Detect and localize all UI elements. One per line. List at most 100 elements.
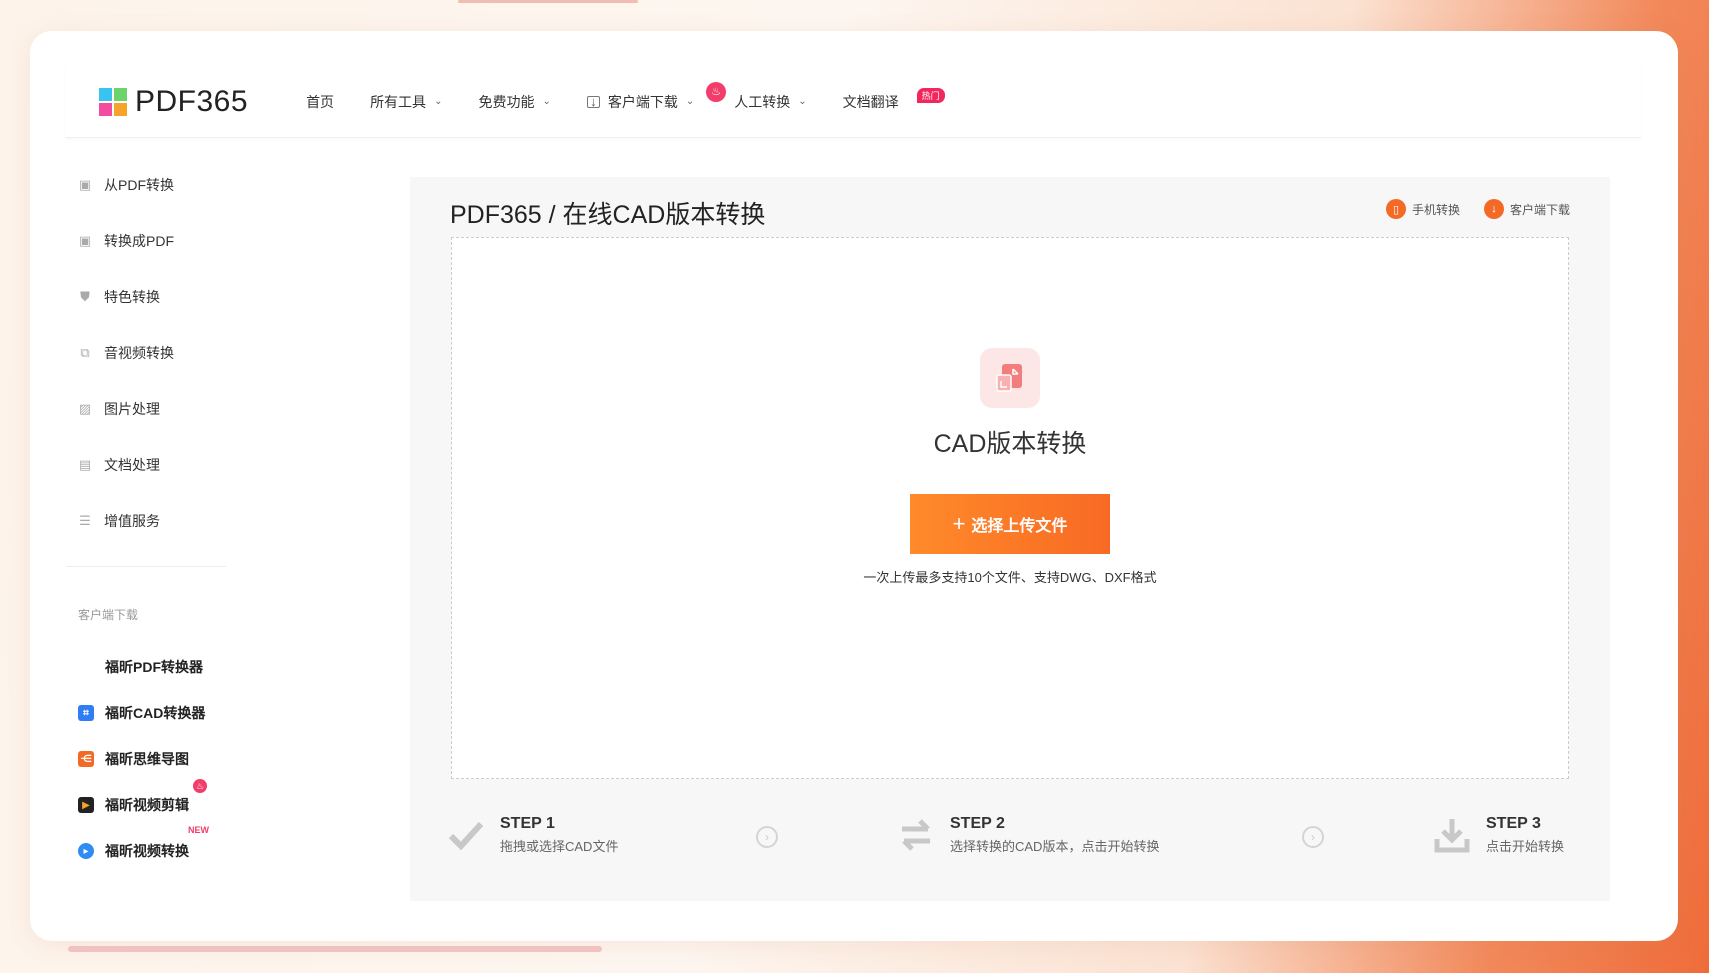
star-shield-icon: ⛊ [80,289,90,304]
video-editor-icon: ▶ [78,797,94,813]
app-pdf-converter[interactable]: 福昕PDF转换器 [78,657,203,677]
list-icon: ☰ [79,513,91,528]
phone-icon: ▯ [1385,199,1406,219]
nav-free-features[interactable]: 免费功能 ⌄ [478,66,550,137]
download-tray-icon [1432,815,1472,855]
nav-doc-translate-label: 文档翻译 [842,93,899,110]
nav-client-download[interactable]: ↓ 客户端下载 ⌄ ♨ [586,66,727,137]
top-links: ▯ 手机转换 ↓ 客户端下载 [1362,199,1570,219]
sidebar-section-title: 客户端下载 [78,608,139,622]
sidebar-item-document[interactable]: ▤ 文档处理 [78,455,160,475]
steps-bar: STEP 1 拖拽或选择CAD文件 › STEP 2 选择转换的CAD版本，点击… [448,815,1570,865]
mind-map-icon: ⋲ [78,751,94,767]
chevron-right-icon: › [756,826,778,848]
app-video-converter[interactable]: ▸ 福昕视频转换 NEW [78,825,209,861]
chevron-down-icon: ⌄ [798,96,807,107]
app-label: 福昕PDF转换器 [105,659,203,675]
app-label: 福昕思维导图 [105,751,189,767]
nav-home[interactable]: 首页 [306,66,334,137]
top-scroll-indicator [458,0,638,3]
app-cad-converter[interactable]: ⌗ 福昕CAD转换器 [78,703,205,723]
step-desc: 点击开始转换 [1486,839,1565,854]
step-1: STEP 1 拖拽或选择CAD文件 [446,815,618,855]
logo[interactable]: PDF365 [99,85,248,119]
sidebar-item-label: 音视频转换 [104,345,174,361]
cad-converter-icon: ⌗ [78,705,94,721]
upload-hint: 一次上传最多支持10个文件、支持DWG、DXF格式 [863,570,1157,585]
pdf-from-icon: ▣ [78,177,92,192]
app-video-editor[interactable]: ▶ 福昕视频剪辑 ♨ [78,779,207,815]
chevron-down-icon: ⌄ [434,96,443,107]
app-mind-map[interactable]: ⋲ 福昕思维导图 [78,749,189,769]
chevron-down-icon: ⌄ [542,96,551,107]
nav-all-tools-label: 所有工具 [370,93,427,110]
download-icon: ↓ [586,95,600,108]
step-2: STEP 2 选择转换的CAD版本，点击开始转换 [896,815,1159,855]
page-title: PDF365 / 在线CAD版本转换 [450,201,766,229]
sidebar-item-label: 图片处理 [104,401,160,417]
step-desc: 拖拽或选择CAD文件 [500,839,619,854]
video-converter-icon: ▸ [78,843,94,859]
swap-arrows-icon [896,815,936,855]
main-nav: 首页 所有工具 ⌄ 免费功能 ⌄ ↓ 客户端下载 ⌄ ♨ 人工转换 ⌄ 文档翻译… [306,66,945,137]
media-icon: ⧉ [80,345,90,360]
logo-mark-icon [99,87,127,116]
app-label-wrap: 福昕视频剪辑 ♨ [105,779,207,815]
horizontal-scrollbar[interactable] [68,946,602,952]
sidebar-item-label: 从PDF转换 [104,177,174,193]
app-label: 福昕视频转换 [105,843,189,859]
app-label: 福昕视频剪辑 [105,797,189,813]
upload-dropzone[interactable]: CAD版本转换 + 选择上传文件 一次上传最多支持10个文件、支持DWG、DXF… [451,237,1569,779]
nav-doc-translate[interactable]: 文档翻译 热门 [842,66,945,137]
app-label: 福昕CAD转换器 [105,705,206,721]
sidebar-item-label: 增值服务 [104,513,160,529]
hot-badge: 热门 [916,88,945,103]
image-icon: ▨ [78,401,92,416]
check-icon [446,815,486,855]
step-title: STEP 1 [500,815,555,832]
fire-badge-icon: ♨ [193,779,207,793]
sidebar-item-label: 特色转换 [104,289,160,305]
download-icon: ↓ [1483,199,1504,219]
mobile-convert-link[interactable]: ▯ 手机转换 [1385,199,1460,219]
new-badge: NEW [188,825,209,835]
sidebar-item-label: 转换成PDF [104,233,174,249]
client-download-label: 客户端下载 [1509,202,1570,217]
sidebar-item-featured[interactable]: ⛊ 特色转换 [78,287,160,307]
sidebar-item-label: 文档处理 [104,457,160,473]
main-panel: PDF365 / 在线CAD版本转换 ▯ 手机转换 ↓ 客户端下载 CAD版本转… [410,177,1610,901]
step-title: STEP 3 [1486,815,1541,832]
step-title: STEP 2 [950,815,1005,832]
logo-text: PDF365 [135,84,249,118]
sidebar: ▣ 从PDF转换 ▣ 转换成PDF ⛊ 特色转换 ⧉ 音视频转换 ▨ 图片处理 … [66,148,226,898]
dropzone-title: CAD版本转换 [933,430,1087,458]
site-header: PDF365 首页 所有工具 ⌄ 免费功能 ⌄ ↓ 客户端下载 ⌄ ♨ 人工转换… [66,66,1641,138]
nav-client-download-label: 客户端下载 [607,93,678,110]
fire-badge-icon: ♨ [706,82,727,102]
mobile-convert-label: 手机转换 [1411,202,1460,217]
step-desc: 选择转换的CAD版本，点击开始转换 [950,839,1160,854]
pdf-to-icon: ▣ [78,233,92,248]
nav-manual-convert-label: 人工转换 [734,93,791,110]
nav-free-features-label: 免费功能 [478,93,535,110]
sidebar-item-media[interactable]: ⧉ 音视频转换 [78,343,174,363]
sidebar-item-value-added[interactable]: ☰ 增值服务 [78,511,160,531]
chevron-down-icon: ⌄ [685,96,695,107]
pdf-converter-icon [78,659,94,675]
nav-all-tools[interactable]: 所有工具 ⌄ [370,66,442,137]
document-icon: ▤ [78,457,92,472]
cad-file-icon [980,348,1040,408]
sidebar-item-from-pdf[interactable]: ▣ 从PDF转换 [78,175,174,195]
sidebar-item-to-pdf[interactable]: ▣ 转换成PDF [78,231,174,251]
client-download-link[interactable]: ↓ 客户端下载 [1483,199,1570,219]
step-3: STEP 3 点击开始转换 [1432,815,1564,855]
sidebar-item-image[interactable]: ▨ 图片处理 [78,399,160,419]
upload-button-label: 选择上传文件 [971,518,1068,535]
chevron-right-icon: › [1302,826,1324,848]
select-upload-file-button[interactable]: + 选择上传文件 [910,494,1110,554]
sidebar-divider [66,566,226,567]
nav-manual-convert[interactable]: 人工转换 ⌄ [734,66,806,137]
plus-icon: + [952,511,966,536]
app-label-wrap: 福昕视频转换 NEW [105,825,209,861]
nav-home-label: 首页 [306,93,335,110]
